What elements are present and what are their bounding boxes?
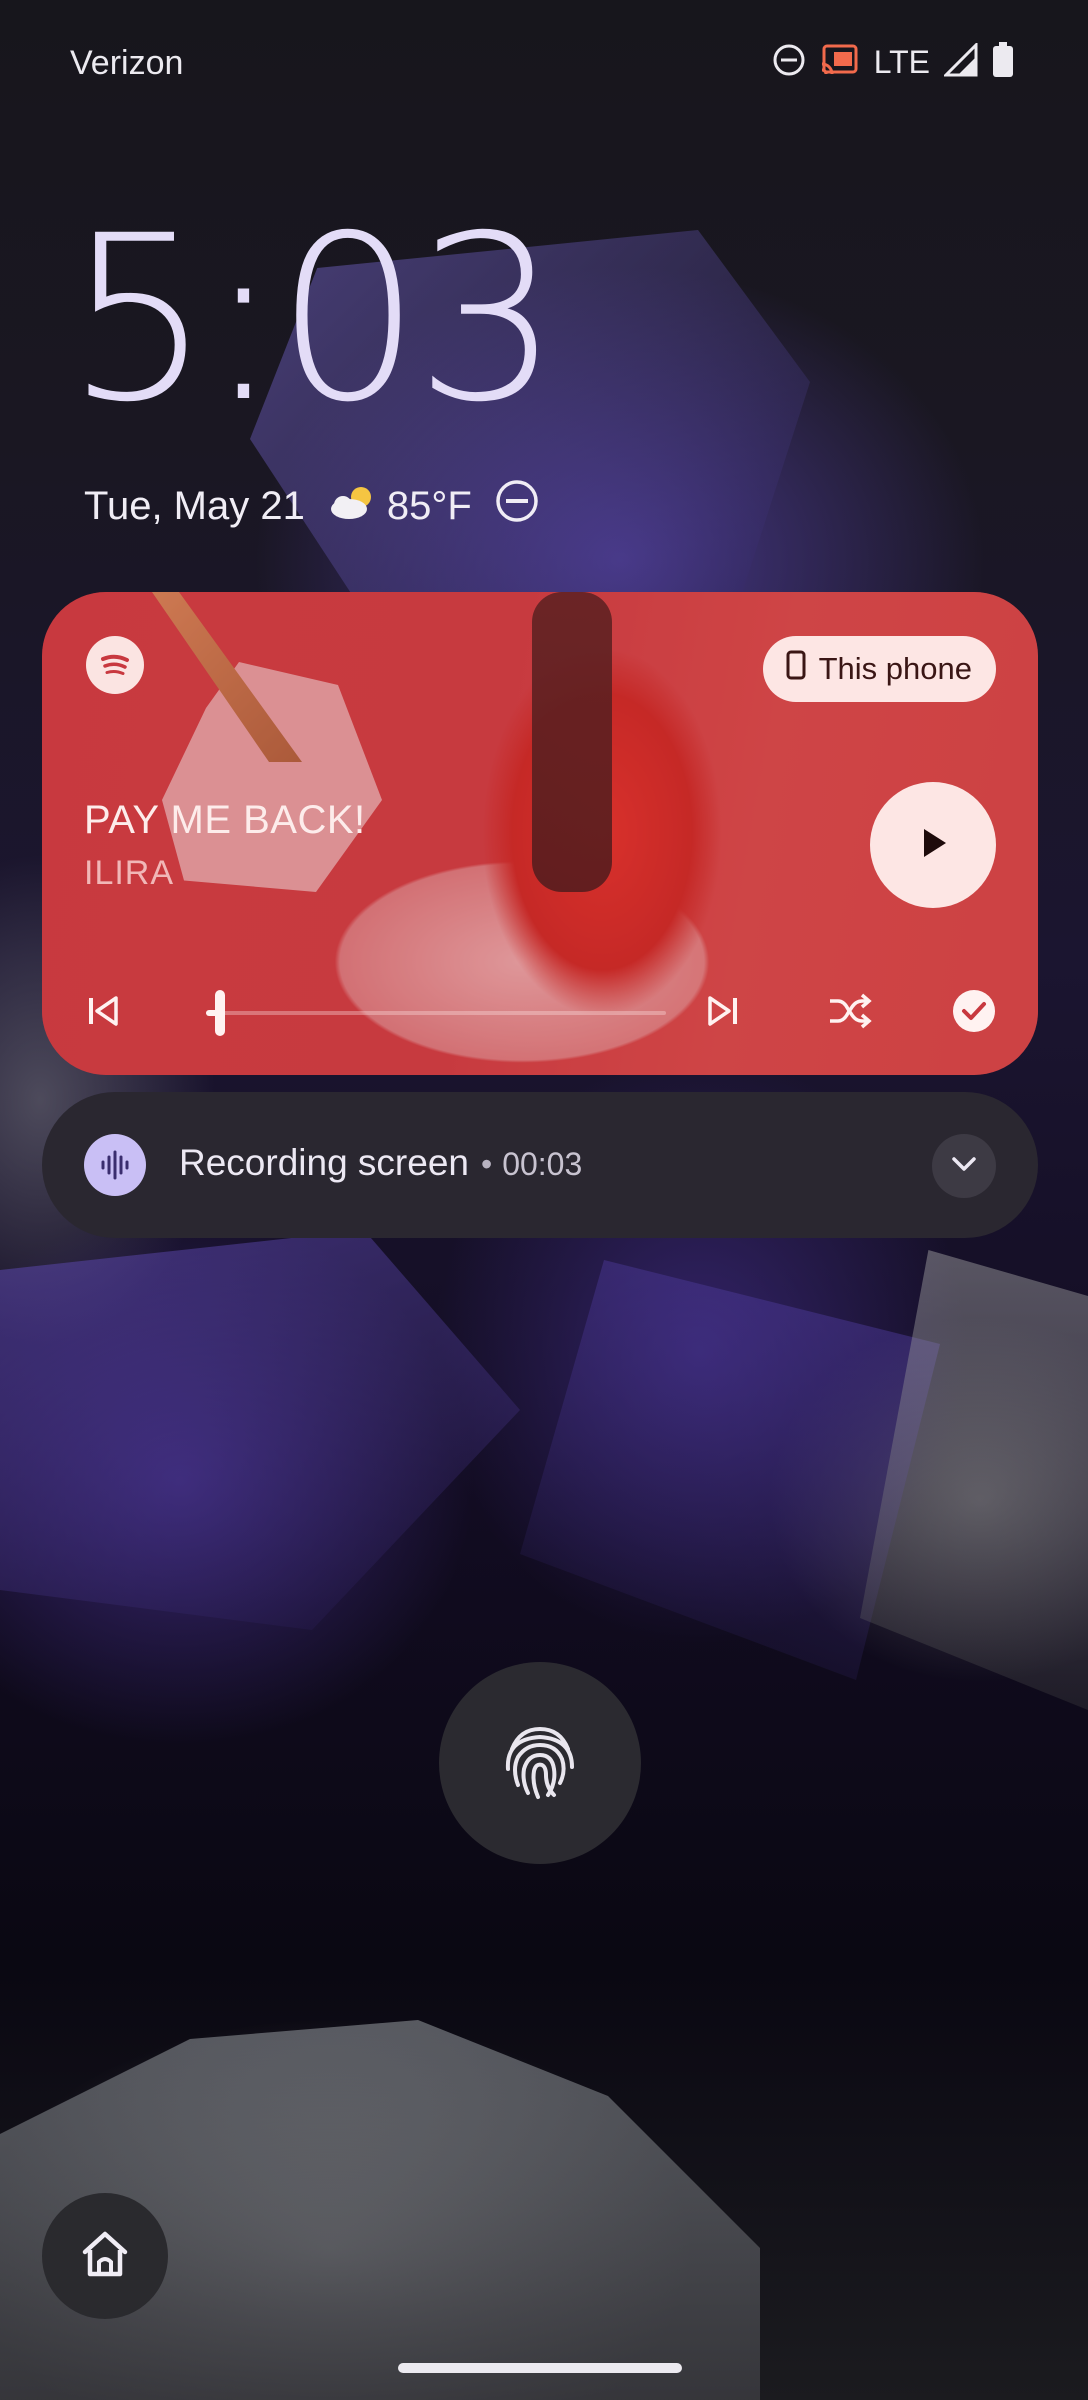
play-button[interactable] [870, 782, 996, 908]
crystal-facet [0, 1230, 520, 1630]
output-device-chip[interactable]: This phone [762, 636, 996, 702]
media-player-card[interactable]: This phone PAY ME BACK! ILIRA [42, 592, 1038, 1075]
skip-previous-icon [83, 991, 123, 1036]
previous-button[interactable] [76, 986, 130, 1040]
track-title: PAY ME BACK! [84, 798, 366, 842]
play-icon [913, 823, 953, 868]
seek-thumb[interactable] [214, 990, 225, 1036]
seekbar[interactable] [206, 990, 666, 1036]
battery-icon [992, 42, 1014, 83]
media-controls [42, 978, 1038, 1048]
screen-record-icon [84, 1134, 146, 1196]
notification-text: Recording screen • 00:03 [179, 1142, 582, 1184]
weather[interactable]: 85°F [327, 481, 472, 531]
check-circle-icon [951, 988, 997, 1039]
signal-icon [942, 41, 978, 82]
crystal-facet [520, 1260, 940, 1680]
notification-separator: • [480, 1146, 493, 1182]
date-weather-row: Tue, May 21 85°F [84, 478, 540, 534]
expand-button[interactable] [932, 1134, 996, 1198]
network-type: LTE [873, 44, 930, 80]
carrier-label: Verizon [70, 44, 184, 82]
home-shortcut-button[interactable] [42, 2193, 168, 2319]
do-not-disturb-icon [772, 43, 806, 82]
status-bar: Verizon LTE [0, 0, 1088, 130]
track-artist: ILIRA [84, 854, 175, 892]
seek-track [206, 1011, 666, 1015]
shuffle-icon [826, 991, 872, 1036]
shuffle-button[interactable] [822, 986, 876, 1040]
status-icons: LTE [772, 41, 1014, 83]
phone-icon [785, 650, 807, 688]
do-not-disturb-icon [494, 478, 540, 534]
like-button[interactable] [947, 986, 1001, 1040]
notification-elapsed: 00:03 [502, 1146, 583, 1182]
partly-cloudy-icon [327, 481, 379, 531]
lockscreen-clock: 5:03 [66, 186, 560, 452]
date-label: Tue, May 21 [84, 483, 305, 528]
cast-icon [820, 43, 860, 82]
screen-recording-notification[interactable]: Recording screen • 00:03 [42, 1092, 1038, 1238]
crystal-facet [860, 1250, 1088, 1710]
fingerprint-button[interactable] [439, 1662, 641, 1864]
skip-next-icon [703, 991, 743, 1036]
fingerprint-icon [488, 1709, 592, 1818]
output-device-label: This phone [818, 651, 972, 686]
gesture-nav-handle[interactable] [398, 2363, 682, 2373]
chevron-down-icon [948, 1148, 980, 1185]
next-button[interactable] [696, 986, 750, 1040]
temperature-label: 85°F [386, 483, 472, 528]
home-icon [77, 2226, 133, 2287]
notification-title: Recording screen [179, 1142, 469, 1183]
spotify-icon[interactable] [86, 636, 144, 694]
